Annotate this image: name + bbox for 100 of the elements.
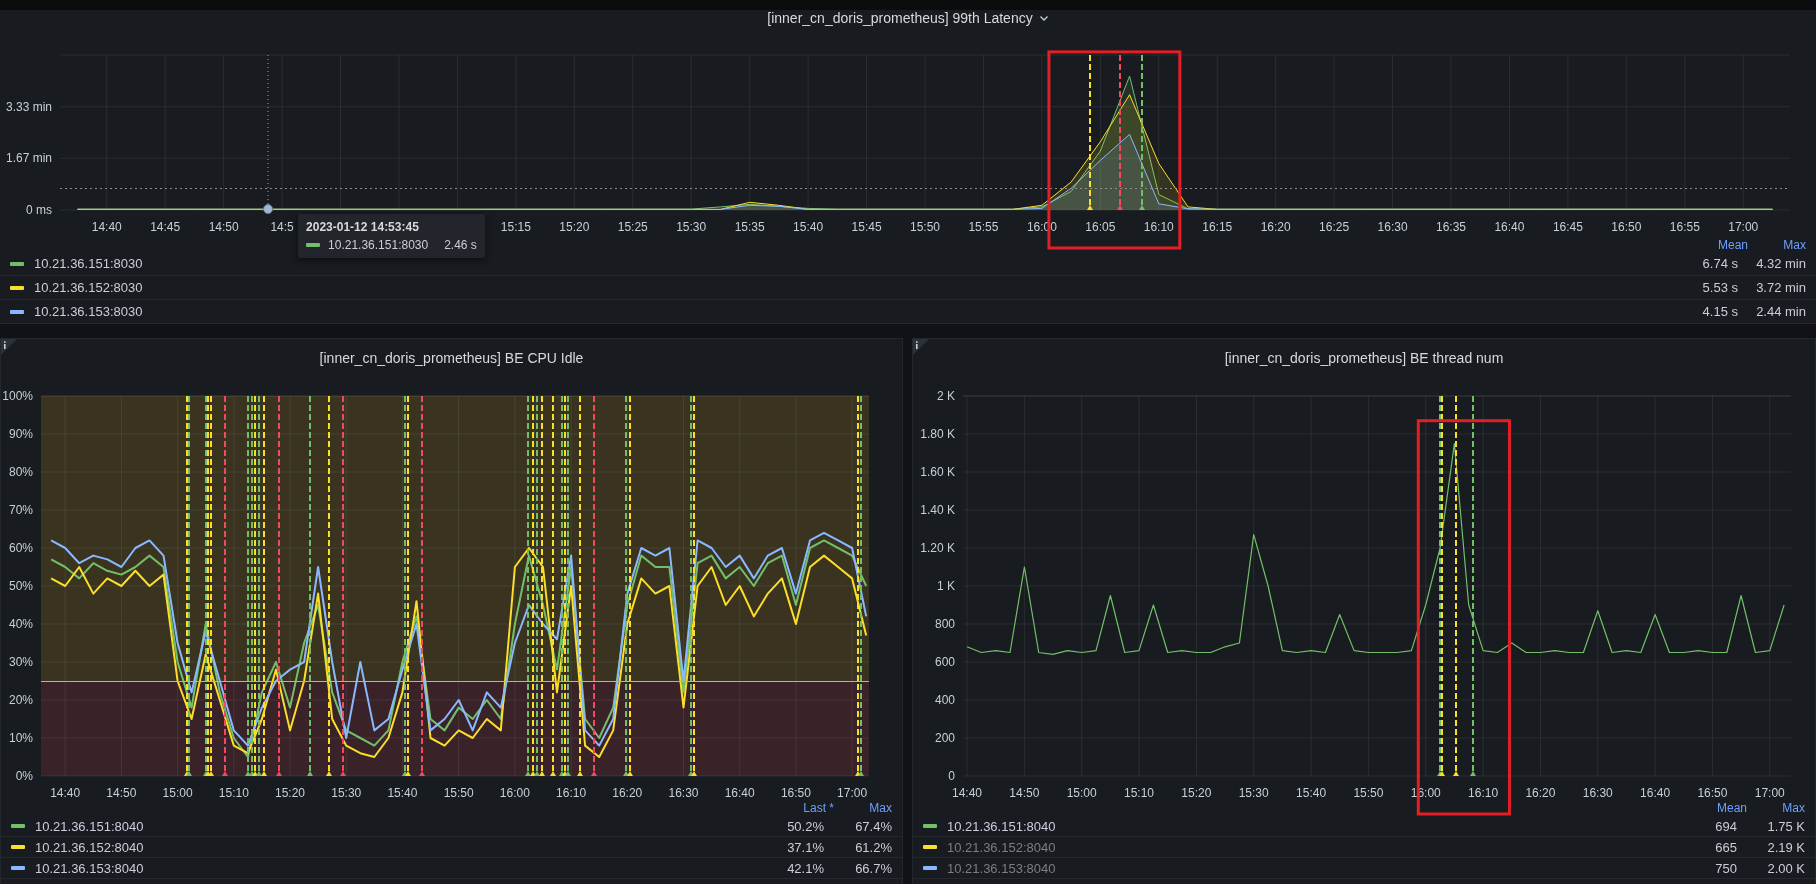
legend-swatch[interactable] <box>923 824 937 828</box>
y-axis-label: 1 K <box>937 579 955 593</box>
annotation-marker[interactable] <box>855 395 861 776</box>
y-axis-label: 30% <box>8 655 33 669</box>
annotation-marker[interactable] <box>208 395 214 776</box>
legend-value: 61.2% <box>854 839 892 855</box>
annotation-marker[interactable] <box>627 395 633 776</box>
legend-column-header[interactable]: Mean <box>1690 238 1748 252</box>
legend-swatch[interactable] <box>10 285 24 290</box>
x-axis-label: 15:50 <box>910 220 940 234</box>
annotation-marker[interactable] <box>1453 395 1459 776</box>
y-axis-label: 0 <box>948 769 955 783</box>
legend-value: 66.7% <box>854 860 892 876</box>
legend-value: 4.15 s <box>1701 304 1738 319</box>
chevron-down-icon[interactable] <box>1038 14 1049 22</box>
legend-swatch[interactable] <box>10 261 24 266</box>
info-icon[interactable] <box>913 339 929 355</box>
annotation-marker[interactable] <box>340 395 346 776</box>
annotation-marker[interactable] <box>565 395 571 776</box>
y-axis-label: 1.80 K <box>920 427 955 441</box>
legend-column-header[interactable]: Mean <box>1689 801 1747 815</box>
legend-value: 3.72 min <box>1755 280 1806 295</box>
annotation-marker[interactable] <box>261 395 267 776</box>
legend-swatch[interactable] <box>11 824 25 828</box>
annotation-marker[interactable] <box>402 395 408 776</box>
x-axis-label: 15:40 <box>1296 786 1327 800</box>
x-axis-label: 15:00 <box>1066 786 1097 800</box>
annotation-marker[interactable] <box>1087 54 1093 210</box>
legend-column-header[interactable]: Max <box>1747 801 1805 815</box>
x-axis-label: 16:55 <box>1669 220 1700 234</box>
x-axis-label: 15:40 <box>793 220 824 234</box>
x-axis-label: 16:10 <box>556 786 587 800</box>
annotation-marker[interactable] <box>405 395 411 776</box>
legend-value: 37.1% <box>786 839 824 855</box>
annotation-marker[interactable] <box>1470 395 1476 776</box>
annotation-marker[interactable] <box>591 395 597 776</box>
legend-series-name[interactable]: 10.21.36.153:8030 <box>34 304 143 319</box>
annotation-marker[interactable] <box>256 395 262 776</box>
x-axis-label: 15:30 <box>676 220 707 234</box>
legend-series-name[interactable]: 10.21.36.152:8030 <box>34 280 143 295</box>
annotation-marker[interactable] <box>326 395 332 776</box>
annotation-marker[interactable] <box>688 395 694 776</box>
annotation-marker[interactable] <box>530 395 536 776</box>
y-axis-label: 400 <box>934 693 955 707</box>
legend-series-name[interactable]: 10.21.36.153:8040 <box>35 860 144 876</box>
panel-title[interactable]: [inner_cn_doris_prometheus] BE thread num <box>1224 350 1504 366</box>
annotation-marker[interactable] <box>307 395 313 776</box>
info-icon[interactable] <box>1 339 17 355</box>
x-axis-label: 14:40 <box>50 786 81 800</box>
legend-swatch[interactable] <box>10 309 24 314</box>
x-axis-label: 15:15 <box>500 220 531 234</box>
x-axis-label: 15:55 <box>968 220 999 234</box>
annotation-marker[interactable] <box>276 395 282 776</box>
legend-series-name[interactable]: 10.21.36.153:8040 <box>947 860 1056 876</box>
x-axis-label: 14:50 <box>1009 786 1040 800</box>
annotation-marker[interactable] <box>222 395 228 776</box>
y-axis-label: 60% <box>8 541 33 555</box>
legend-column-header[interactable]: Max <box>834 801 892 815</box>
annotation-marker[interactable] <box>249 395 255 776</box>
annotation-marker[interactable] <box>539 395 545 776</box>
legend-swatch[interactable] <box>923 866 937 870</box>
legend-column-header[interactable]: Max <box>1748 238 1806 252</box>
annotation-marker[interactable] <box>858 395 864 776</box>
annotation-marker[interactable] <box>534 395 540 776</box>
legend-value: 2.44 min <box>1755 304 1806 319</box>
legend-swatch[interactable] <box>923 845 937 849</box>
panel-title[interactable]: [inner_cn_doris_prometheus] 99th Latency <box>767 10 1033 26</box>
annotation-marker[interactable] <box>419 395 425 776</box>
annotation-marker[interactable] <box>550 395 556 776</box>
y-axis-label: 20% <box>8 693 33 707</box>
annotation-marker[interactable] <box>1117 54 1123 210</box>
legend-series-name[interactable]: 10.21.36.152:8040 <box>947 839 1056 855</box>
annotation-marker[interactable] <box>623 395 629 776</box>
legend-swatch[interactable] <box>11 845 25 849</box>
x-axis-label: 14:40 <box>952 786 983 800</box>
y-axis-label: 1.40 K <box>920 503 955 517</box>
legend-column-header[interactable]: Last * <box>776 801 834 815</box>
y-axis-label: 70% <box>8 503 33 517</box>
annotation-marker[interactable] <box>252 395 258 776</box>
x-axis-label: 16:40 <box>1494 220 1525 234</box>
annotation-marker[interactable] <box>562 395 568 776</box>
legend-swatch[interactable] <box>11 866 25 870</box>
annotation-marker[interactable] <box>1139 54 1145 210</box>
annotation-marker[interactable] <box>577 395 583 776</box>
tooltip-value: 2.46 s <box>444 238 477 252</box>
annotation-marker[interactable] <box>559 395 565 776</box>
x-axis-label: 15:35 <box>734 220 765 234</box>
panel-title[interactable]: [inner_cn_doris_prometheus] BE CPU Idle <box>319 350 584 366</box>
x-axis-label: 16:20 <box>1260 220 1291 234</box>
legend-series-name[interactable]: 10.21.36.151:8030 <box>34 256 143 271</box>
x-axis-label: 15:40 <box>387 786 418 800</box>
annotation-marker[interactable] <box>245 395 251 776</box>
legend-series-name[interactable]: 10.21.36.151:8040 <box>947 818 1056 834</box>
annotation-marker[interactable] <box>691 395 697 776</box>
legend-series-name[interactable]: 10.21.36.152:8040 <box>35 839 144 855</box>
legend-series-name[interactable]: 10.21.36.151:8040 <box>35 818 144 834</box>
legend-value: 6.74 s <box>1701 256 1738 271</box>
x-axis-label: 14:40 <box>91 220 122 234</box>
x-axis-label: 14:50 <box>208 220 239 234</box>
annotation-marker[interactable] <box>525 395 531 776</box>
